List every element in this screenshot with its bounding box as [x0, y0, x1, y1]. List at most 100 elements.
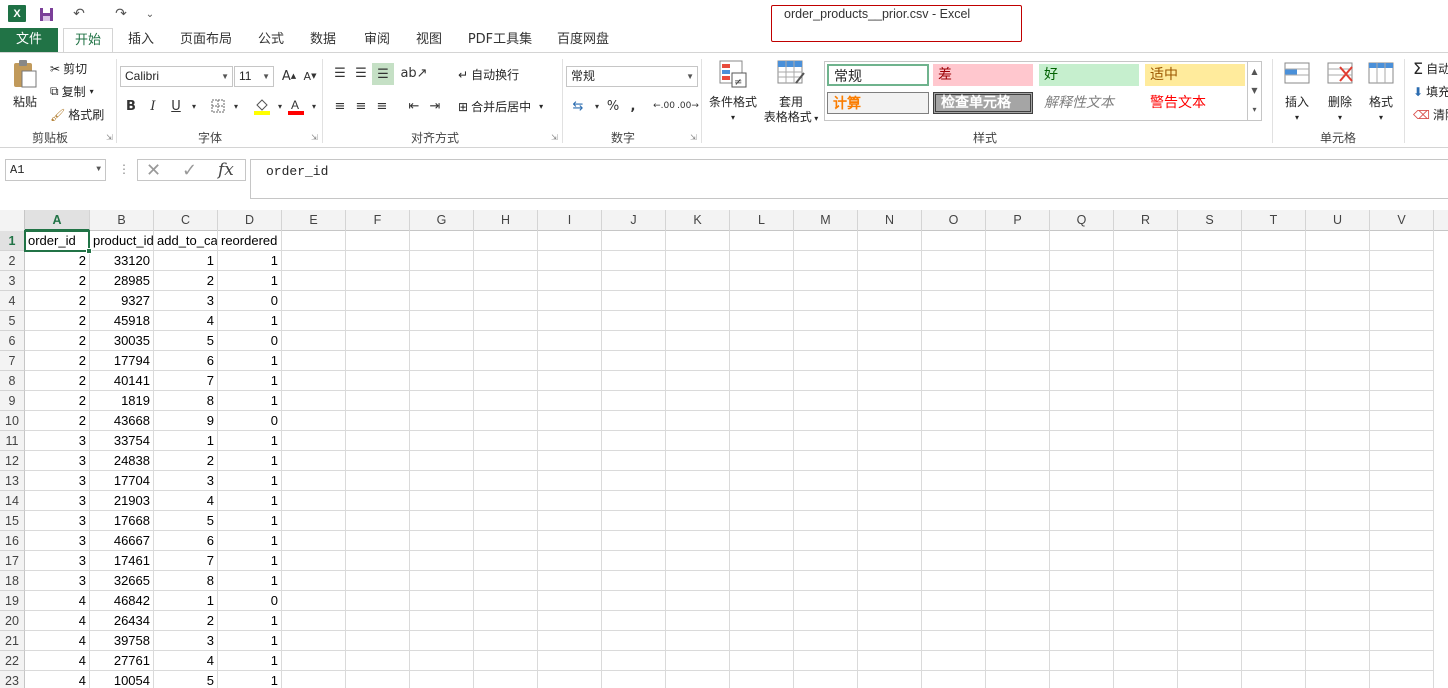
data-cell[interactable] — [1114, 651, 1178, 671]
customize-qat-icon[interactable]: ⌄ — [142, 4, 158, 24]
data-cell[interactable] — [666, 391, 730, 411]
data-cell[interactable]: 40141 — [90, 371, 154, 391]
data-cell[interactable] — [602, 631, 666, 651]
data-cell[interactable] — [858, 531, 922, 551]
delete-cells-button[interactable]: 删除 ▾ — [1322, 59, 1358, 125]
data-cell[interactable] — [1114, 551, 1178, 571]
data-cell[interactable] — [1178, 271, 1242, 291]
data-cell[interactable] — [794, 591, 858, 611]
data-cell[interactable]: 4 — [25, 611, 90, 631]
data-cell[interactable] — [474, 531, 538, 551]
data-cell[interactable]: 1819 — [90, 391, 154, 411]
row-header[interactable]: 21 — [0, 631, 25, 651]
data-cell[interactable] — [602, 391, 666, 411]
data-cell[interactable] — [858, 451, 922, 471]
data-cell[interactable] — [346, 551, 410, 571]
data-cell[interactable] — [282, 251, 346, 271]
data-cell[interactable] — [1050, 491, 1114, 511]
data-cell[interactable] — [858, 591, 922, 611]
data-cell[interactable] — [282, 431, 346, 451]
decrease-indent-icon[interactable]: ⇤ — [404, 96, 424, 116]
data-cell[interactable] — [1370, 391, 1434, 411]
data-cell[interactable] — [1178, 491, 1242, 511]
data-cell[interactable] — [1370, 251, 1434, 271]
grow-font-button[interactable]: A ▲ — [279, 66, 299, 86]
header-cell[interactable] — [1370, 231, 1434, 251]
data-cell[interactable] — [410, 451, 474, 471]
data-cell[interactable] — [858, 491, 922, 511]
header-cell[interactable] — [410, 231, 474, 251]
insert-cells-button[interactable]: 插入 ▾ — [1280, 59, 1314, 125]
data-cell[interactable] — [538, 471, 602, 491]
data-cell[interactable] — [1114, 511, 1178, 531]
data-cell[interactable] — [1242, 311, 1306, 331]
data-cell[interactable]: 43668 — [90, 411, 154, 431]
data-cell[interactable] — [1050, 591, 1114, 611]
data-cell[interactable]: 2 — [154, 451, 218, 471]
fill-handle[interactable] — [86, 248, 92, 254]
column-header[interactable]: V — [1370, 210, 1434, 231]
merge-center-button[interactable]: ⊞ 合并后居中 ▾ — [458, 98, 543, 115]
data-cell[interactable] — [730, 291, 794, 311]
data-cell[interactable] — [282, 491, 346, 511]
data-cell[interactable] — [474, 371, 538, 391]
data-cell[interactable] — [1370, 671, 1434, 688]
data-cell[interactable] — [794, 511, 858, 531]
shrink-font-button[interactable]: A ▼ — [300, 66, 320, 86]
row-header[interactable]: 10 — [0, 411, 25, 431]
data-cell[interactable] — [986, 491, 1050, 511]
data-cell[interactable]: 17461 — [90, 551, 154, 571]
data-cell[interactable] — [1370, 471, 1434, 491]
data-cell[interactable] — [282, 311, 346, 331]
data-cell[interactable] — [858, 611, 922, 631]
data-cell[interactable] — [346, 591, 410, 611]
data-cell[interactable] — [538, 311, 602, 331]
data-cell[interactable] — [1114, 351, 1178, 371]
border-icon[interactable] — [208, 96, 228, 116]
data-cell[interactable] — [1178, 251, 1242, 271]
data-cell[interactable] — [922, 531, 986, 551]
data-cell[interactable] — [282, 411, 346, 431]
data-cell[interactable] — [666, 671, 730, 688]
tab-page-layout[interactable]: 页面布局 — [170, 28, 242, 52]
data-cell[interactable] — [730, 551, 794, 571]
data-cell[interactable] — [1178, 351, 1242, 371]
data-cell[interactable]: 1 — [218, 531, 282, 551]
data-cell[interactable] — [282, 671, 346, 688]
header-cell[interactable] — [538, 231, 602, 251]
header-cell[interactable] — [602, 231, 666, 251]
data-cell[interactable] — [282, 351, 346, 371]
row-header[interactable]: 18 — [0, 571, 25, 591]
data-cell[interactable] — [410, 671, 474, 688]
data-cell[interactable] — [666, 331, 730, 351]
format-cells-button[interactable]: 格式 ▾ — [1364, 59, 1398, 125]
data-cell[interactable]: 3 — [25, 551, 90, 571]
data-cell[interactable] — [1306, 631, 1370, 651]
data-cell[interactable] — [602, 411, 666, 431]
data-cell[interactable] — [666, 591, 730, 611]
data-cell[interactable] — [1306, 331, 1370, 351]
data-cell[interactable] — [1178, 331, 1242, 351]
data-cell[interactable] — [346, 291, 410, 311]
data-cell[interactable] — [282, 651, 346, 671]
data-cell[interactable] — [346, 351, 410, 371]
data-cell[interactable] — [922, 411, 986, 431]
data-cell[interactable]: 7 — [154, 371, 218, 391]
data-cell[interactable] — [474, 451, 538, 471]
data-cell[interactable]: 30035 — [90, 331, 154, 351]
row-header[interactable]: 11 — [0, 431, 25, 451]
data-cell[interactable] — [1242, 631, 1306, 651]
data-cell[interactable]: 8 — [154, 391, 218, 411]
row-header[interactable]: 1 — [0, 231, 25, 251]
data-cell[interactable] — [1242, 491, 1306, 511]
data-cell[interactable] — [1114, 251, 1178, 271]
data-cell[interactable] — [986, 371, 1050, 391]
row-header[interactable]: 23 — [0, 671, 25, 688]
data-cell[interactable] — [1178, 451, 1242, 471]
data-cell[interactable] — [474, 311, 538, 331]
format-painter-button[interactable]: 🖌 格式刷 — [50, 106, 104, 123]
column-header[interactable]: I — [538, 210, 602, 231]
data-cell[interactable] — [858, 271, 922, 291]
data-cell[interactable]: 17668 — [90, 511, 154, 531]
data-cell[interactable] — [666, 471, 730, 491]
